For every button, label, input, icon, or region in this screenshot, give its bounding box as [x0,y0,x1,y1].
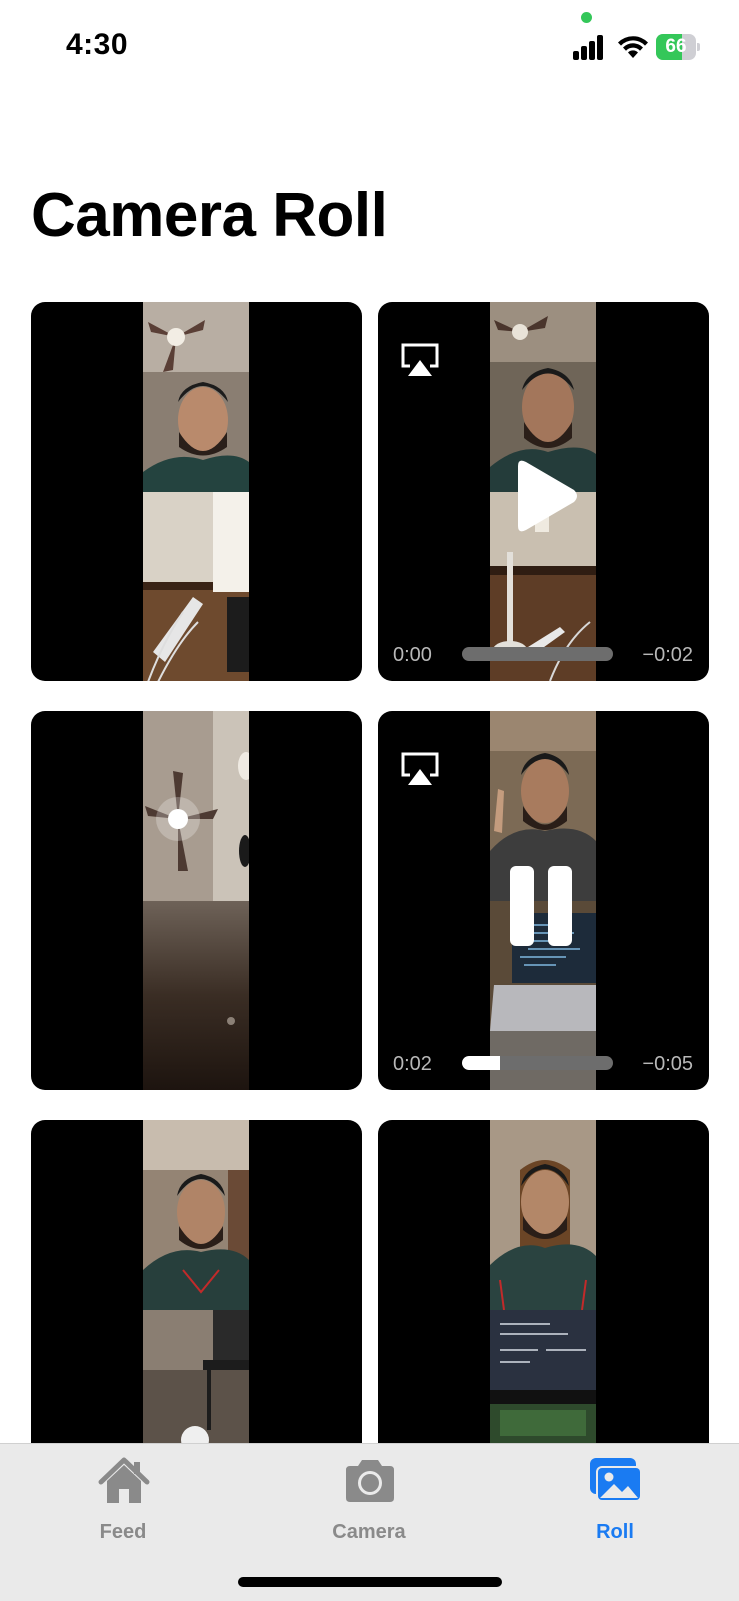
battery-icon: 66 [656,34,700,60]
pause-icon[interactable] [510,866,574,946]
camera-icon [346,1460,394,1502]
video-thumbnail [143,302,249,681]
status-time: 4:30 [66,28,129,61]
play-icon[interactable] [510,460,580,532]
home-indicator[interactable] [238,1577,502,1587]
progress-fill [462,1056,500,1070]
status-bar: 4:30 66 [0,0,739,96]
video-tile-3[interactable] [31,711,362,1090]
selfie-frame [143,1120,249,1310]
remaining-time: −0:05 [642,1053,693,1075]
airplay-icon[interactable] [400,342,440,378]
elapsed-time: 0:02 [393,1053,432,1075]
tab-roll[interactable]: Roll [492,1444,738,1554]
remaining-time: −0:02 [642,644,693,666]
progress-bar[interactable] [462,1056,613,1070]
house-icon [98,1457,150,1503]
tab-camera[interactable]: Camera [246,1444,492,1554]
selfie-frame [490,1120,596,1310]
privacy-indicator-dot [581,12,592,23]
airplay-icon[interactable] [400,751,440,787]
wifi-icon [618,36,648,58]
tab-label-feed: Feed [99,1521,147,1543]
progress-bar[interactable] [462,647,613,661]
tab-label-camera: Camera [332,1521,406,1543]
page-title: Camera Roll [31,181,388,250]
elapsed-time: 0:00 [393,644,432,666]
cellular-signal-icon [573,34,605,60]
video-tile-1[interactable] [31,302,362,681]
video-tile-2[interactable]: 0:00 −0:02 [378,302,709,681]
room-frame [143,492,249,681]
selfie-frame [143,302,249,492]
dark-surface-frame [143,901,249,1090]
tab-feed[interactable]: Feed [0,1444,246,1554]
video-thumbnail [143,711,249,1090]
photos-icon [590,1458,642,1502]
battery-percent: 66 [665,36,687,57]
tab-label-roll: Roll [596,1521,634,1543]
video-tile-4[interactable]: 0:02 −0:05 [378,711,709,1090]
ceiling-frame [143,711,249,901]
